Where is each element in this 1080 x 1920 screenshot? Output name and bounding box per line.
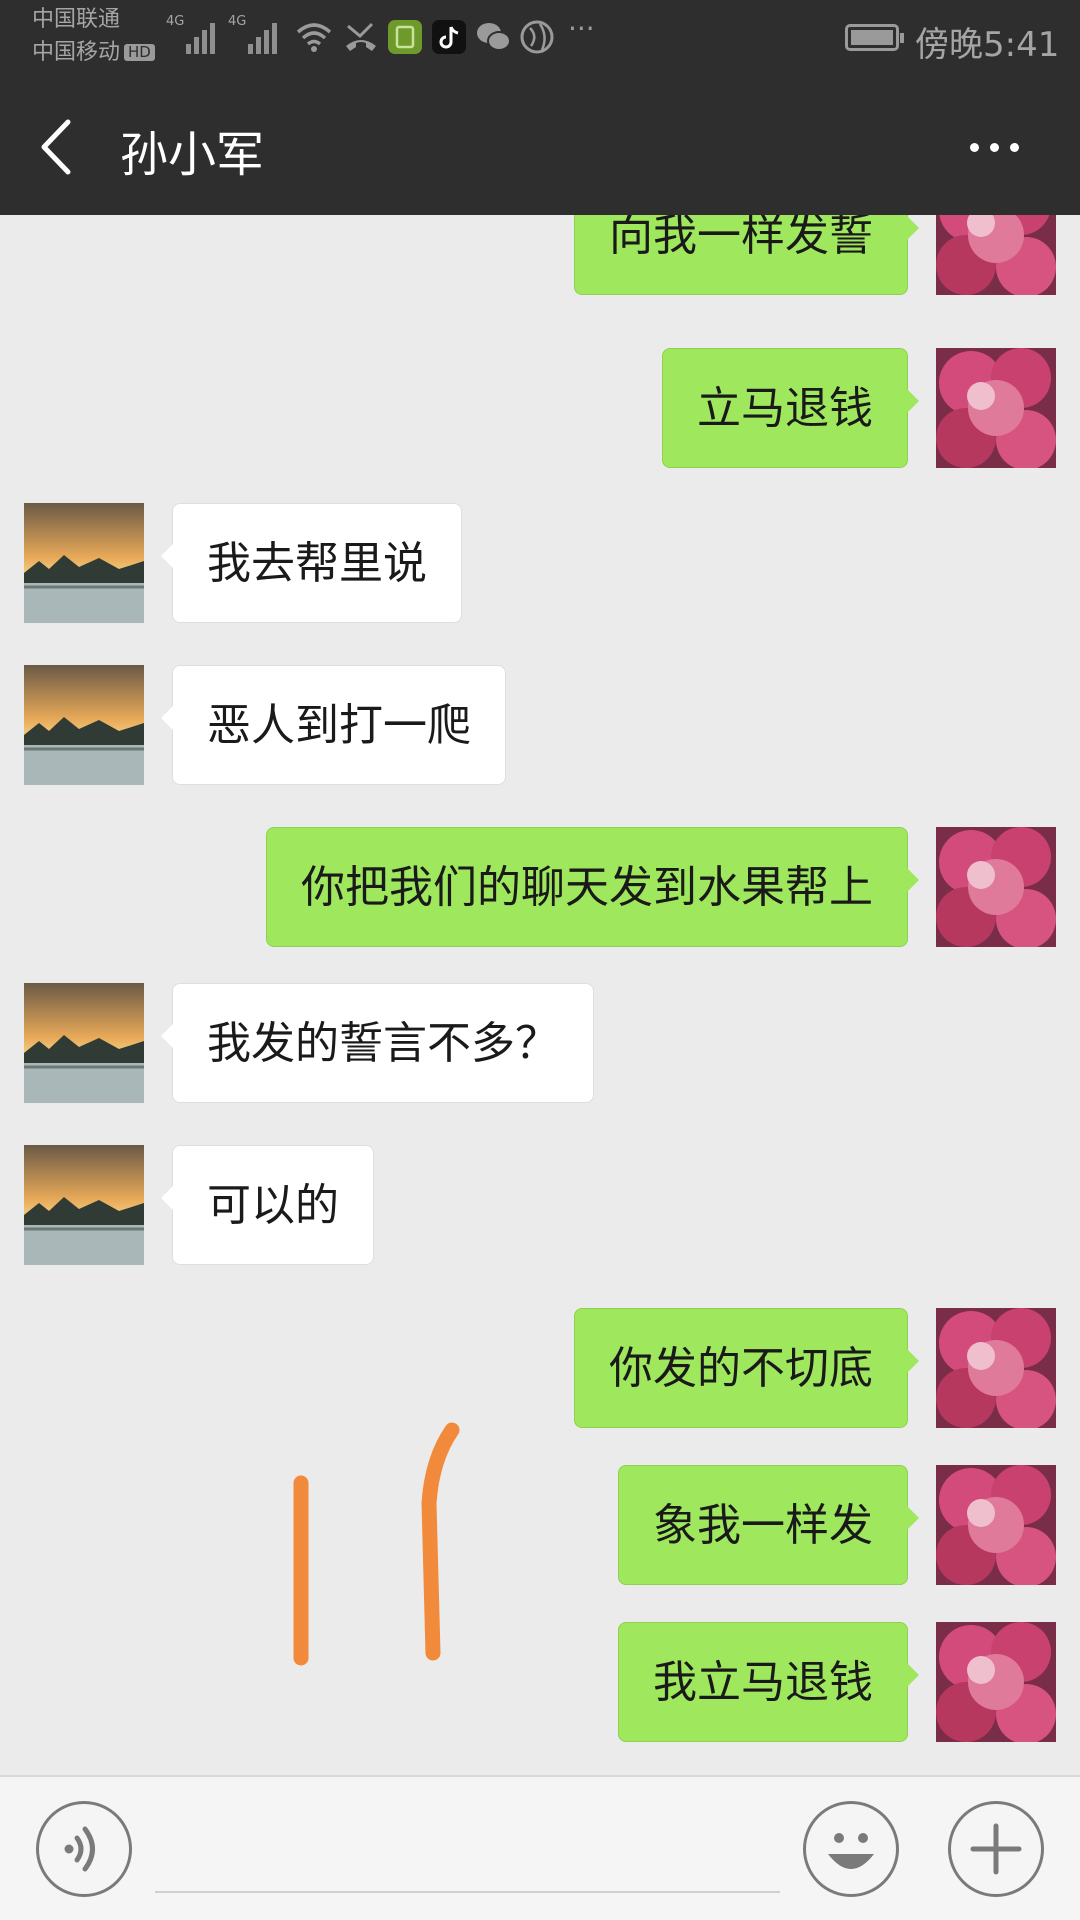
missed-call-icon xyxy=(346,22,376,51)
message-incoming: 我去帮里说 xyxy=(0,503,1080,623)
message-incoming: 恶人到打一爬 xyxy=(0,665,1080,785)
my-avatar[interactable] xyxy=(936,827,1056,947)
contact-avatar[interactable] xyxy=(24,503,144,623)
message-bubble[interactable]: 可以的 xyxy=(161,1145,374,1265)
network-label-1: 4G xyxy=(166,14,185,29)
message-outgoing: 象我一样发 xyxy=(0,1465,1080,1585)
contact-avatar[interactable] xyxy=(24,665,144,785)
app-icon xyxy=(388,20,422,54)
message-input[interactable] xyxy=(155,1807,780,1893)
tiktok-icon xyxy=(432,20,466,54)
message-bubble[interactable]: 立马退钱 xyxy=(662,348,919,468)
contact-avatar[interactable] xyxy=(24,1145,144,1265)
more-icon[interactable] xyxy=(960,122,1030,172)
my-avatar[interactable] xyxy=(936,348,1056,468)
message-outgoing: 立马退钱 xyxy=(0,348,1080,468)
emoji-button[interactable] xyxy=(803,1801,899,1897)
message-incoming: 可以的 xyxy=(0,1145,1080,1265)
carrier-2-label: 中国移动 xyxy=(32,40,121,65)
message-bubble[interactable]: 你把我们的聊天发到水果帮上 xyxy=(266,827,919,947)
message-bubble[interactable]: 恶人到打一爬 xyxy=(161,665,506,785)
page-title: 孙小军 xyxy=(120,127,265,183)
message-bubble[interactable]: 向我一样发誓 xyxy=(574,215,919,295)
network-label-2: 4G xyxy=(228,14,247,29)
plus-icon xyxy=(970,1823,1022,1875)
message-bubble[interactable]: 我发的誓言不多？ xyxy=(161,983,594,1103)
my-avatar[interactable] xyxy=(936,1465,1056,1585)
message-bubble[interactable]: 我去帮里说 xyxy=(161,503,462,623)
signal-icon: 4G xyxy=(166,14,220,54)
chat-header: 孙小军 xyxy=(0,78,1080,215)
hd-badge: HD xyxy=(124,44,155,61)
more-notifications-icon: ··· xyxy=(568,12,595,45)
add-attachment-button[interactable] xyxy=(948,1801,1044,1897)
status-bar: 中国联通 中国移动 HD 4G 4G ··· 傍晚5:41 xyxy=(0,0,1080,78)
voice-icon xyxy=(64,1826,95,1872)
wechat-icon xyxy=(477,23,511,51)
voice-button[interactable] xyxy=(36,1801,132,1897)
signal-icon: 4G xyxy=(228,14,282,54)
carrier-1: 中国联通 xyxy=(32,7,121,32)
message-outgoing: 你把我们的聊天发到水果帮上 xyxy=(0,827,1080,947)
browser-icon xyxy=(520,20,554,54)
contact-avatar[interactable] xyxy=(24,983,144,1103)
my-avatar[interactable] xyxy=(936,1622,1056,1742)
message-list[interactable]: 向我一样发誓立马退钱我去帮里说恶人到打一爬你把我们的聊天发到水果帮上我发的誓言不… xyxy=(0,215,1080,1775)
status-time: 傍晚5:41 xyxy=(915,25,1060,65)
battery-icon xyxy=(845,24,904,51)
message-bubble[interactable]: 象我一样发 xyxy=(618,1465,919,1585)
emoji-icon xyxy=(828,1833,874,1869)
wifi-icon xyxy=(296,23,332,52)
message-outgoing: 你发的不切底 xyxy=(0,1308,1080,1428)
message-outgoing: 向我一样发誓 xyxy=(0,215,1080,295)
my-avatar[interactable] xyxy=(936,215,1056,295)
message-bubble[interactable]: 我立马退钱 xyxy=(618,1622,919,1742)
back-arrow-icon[interactable] xyxy=(32,114,82,180)
carrier-2: 中国移动 HD xyxy=(32,42,155,64)
message-outgoing: 我立马退钱 xyxy=(0,1622,1080,1742)
message-bubble[interactable]: 你发的不切底 xyxy=(574,1308,919,1428)
message-incoming: 我发的誓言不多？ xyxy=(0,983,1080,1103)
input-bar xyxy=(0,1775,1080,1920)
my-avatar[interactable] xyxy=(936,1308,1056,1428)
